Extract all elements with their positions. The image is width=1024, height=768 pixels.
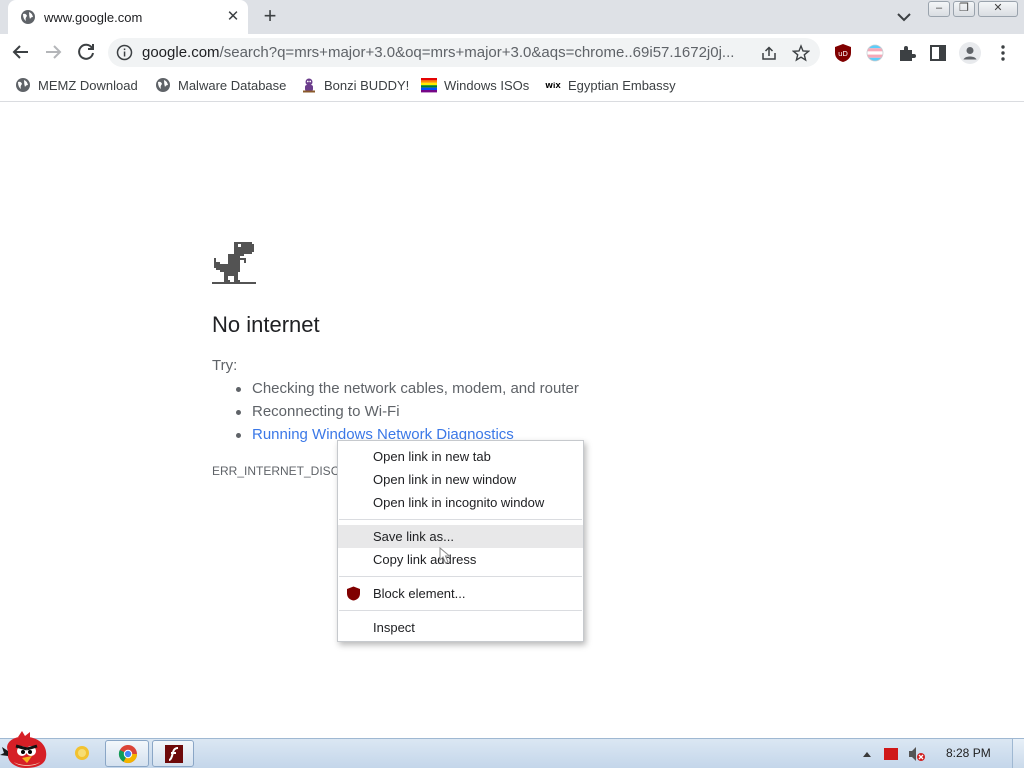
taskbar-flash-button[interactable] xyxy=(152,740,194,767)
tab-close-icon[interactable]: ✕ xyxy=(224,8,242,26)
menu-item-save-link-as[interactable]: Save link as... xyxy=(338,525,583,548)
bookmark-malware-database[interactable]: Malware Database xyxy=(155,77,287,95)
trans-flag-extension-icon[interactable] xyxy=(865,43,885,63)
show-hidden-icons-chevron-icon[interactable] xyxy=(862,750,872,758)
tab-google[interactable]: www.google.com ✕ xyxy=(8,0,248,34)
share-icon[interactable] xyxy=(760,44,778,62)
menu-item-block-element[interactable]: Block element... xyxy=(338,582,583,605)
hand-cursor-icon xyxy=(439,546,451,564)
new-tab-button[interactable]: + xyxy=(258,5,282,29)
clock[interactable]: 8:28 PM xyxy=(946,746,991,760)
tab-title: www.google.com xyxy=(44,10,143,25)
menu-kebab-icon[interactable] xyxy=(993,43,1013,63)
context-menu: Open link in new tab Open link in new wi… xyxy=(337,440,584,642)
wix-logo-text: WiX xyxy=(545,82,561,90)
bookmark-label: Malware Database xyxy=(178,78,287,93)
suggestions-list: Checking the network cables, modem, and … xyxy=(236,380,579,449)
bookmark-star-icon[interactable] xyxy=(792,44,810,62)
address-bar[interactable]: google.com/search?q=mrs+major+3.0&oq=mrs… xyxy=(108,38,820,67)
menu-separator xyxy=(339,519,582,520)
menu-item-open-new-window[interactable]: Open link in new window xyxy=(338,468,583,491)
bookmark-egyptian-embassy[interactable]: WiX Egyptian Embassy xyxy=(545,77,675,95)
minimize-button[interactable]: – xyxy=(928,1,950,17)
angry-bird-start-icon[interactable] xyxy=(0,731,52,768)
taskbar-chrome-button[interactable] xyxy=(105,740,149,767)
bookmark-windows-isos[interactable]: Windows ISOs xyxy=(421,77,531,95)
profile-avatar-icon[interactable] xyxy=(958,41,982,65)
menu-item-copy-link-address[interactable]: Copy link address xyxy=(338,548,583,571)
extensions-puzzle-icon[interactable] xyxy=(897,43,917,63)
back-arrow-icon[interactable] xyxy=(8,39,34,65)
menu-item-label: Block element... xyxy=(373,586,466,601)
bookmark-bonzi-buddy[interactable]: Bonzi BUDDY! xyxy=(301,77,409,95)
menu-item-inspect[interactable]: Inspect xyxy=(338,616,583,639)
forward-arrow-icon[interactable] xyxy=(40,39,66,65)
bookmarks-bar: MEMZ Download Malware Database Bonzi BUD… xyxy=(0,71,1024,102)
ublock-origin-icon[interactable]: uD xyxy=(833,43,853,63)
menu-item-open-incognito[interactable]: Open link in incognito window xyxy=(338,491,583,514)
bonzi-icon xyxy=(303,78,315,93)
url-host: google.com xyxy=(142,44,220,61)
menu-separator xyxy=(339,576,582,577)
menu-separator xyxy=(339,610,582,611)
volume-muted-icon[interactable] xyxy=(908,746,926,762)
toolbar: google.com/search?q=mrs+major+3.0&oq=mrs… xyxy=(0,34,1024,71)
try-label: Try: xyxy=(212,357,238,374)
suggestion-item: Checking the network cables, modem, and … xyxy=(236,380,579,403)
error-headline: No internet xyxy=(212,312,320,337)
flash-icon xyxy=(165,745,183,763)
globe-icon xyxy=(16,78,30,92)
rainbow-flag-icon xyxy=(421,78,437,93)
bookmark-label: MEMZ Download xyxy=(38,78,138,93)
bookmark-label: Bonzi BUDDY! xyxy=(324,78,410,93)
globe-icon xyxy=(156,78,170,92)
reload-icon[interactable] xyxy=(73,39,99,65)
ublock-label: uD xyxy=(838,50,848,58)
bookmark-memz-download[interactable]: MEMZ Download xyxy=(15,77,140,95)
offline-dino-icon xyxy=(212,242,256,284)
site-info-icon[interactable] xyxy=(116,44,133,61)
bookmark-label: Windows ISOs xyxy=(444,78,530,93)
chrome-icon xyxy=(118,745,137,764)
tab-strip: www.google.com ✕ + – ❐ ✕ xyxy=(0,0,1024,34)
tab-search-chevron-icon[interactable] xyxy=(894,8,914,26)
action-center-flag-icon[interactable] xyxy=(884,748,898,760)
wix-icon: WiX xyxy=(545,82,561,90)
url-path: /search?q=mrs+major+3.0&oq=mrs+major+3.0… xyxy=(219,44,735,61)
bookmark-label: Egyptian Embassy xyxy=(568,78,676,93)
suggestion-item: Reconnecting to Wi-Fi xyxy=(236,403,579,426)
show-desktop-button[interactable] xyxy=(1012,739,1024,768)
side-panel-icon[interactable] xyxy=(928,43,948,63)
error-code: ERR_INTERNET_DISCONNECTED xyxy=(212,464,338,478)
explorer-icon[interactable] xyxy=(70,741,94,765)
globe-icon xyxy=(21,10,35,24)
restore-button[interactable]: ❐ xyxy=(953,1,975,17)
menu-item-open-new-tab[interactable]: Open link in new tab xyxy=(338,445,583,468)
ublock-origin-icon xyxy=(347,586,360,601)
taskbar: 8:28 PM xyxy=(0,738,1024,768)
window-close-button[interactable]: ✕ xyxy=(978,1,1018,17)
url-text[interactable]: google.com/search?q=mrs+major+3.0&oq=mrs… xyxy=(142,44,754,61)
